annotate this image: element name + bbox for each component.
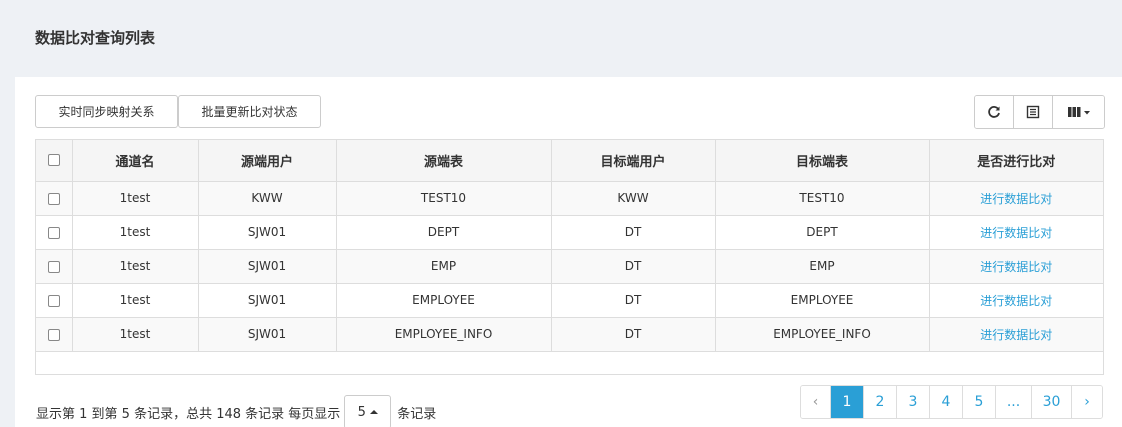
column-header[interactable]: 源端用户: [198, 140, 337, 182]
table-row: 1test SJW01 EMPLOYEE DT EMPLOYEE 进行数据比对: [36, 283, 1103, 318]
table-header-row: 通道名 源端用户 源端表 目标端用户 目标端表 是否进行比对: [36, 140, 1103, 182]
source-user-cell: SJW01: [198, 283, 337, 318]
toggle-view-button[interactable]: [1014, 96, 1053, 128]
next-page-button[interactable]: ›: [1072, 386, 1102, 418]
pagination-info-text: 显示第 1 到第 5 条记录，总共 148 条记录 每页显示: [36, 406, 341, 422]
batch-update-button[interactable]: 批量更新比对状态: [178, 95, 321, 128]
channel-cell: 1test: [72, 317, 199, 352]
table-row: 1test KWW TEST10 KWW TEST10 进行数据比对: [36, 181, 1103, 216]
table-row: 1test SJW01 EMP DT EMP 进行数据比对: [36, 249, 1103, 284]
column-header[interactable]: 源端表: [336, 140, 552, 182]
row-checkbox[interactable]: [47, 294, 60, 307]
page-4-button[interactable]: 4: [930, 386, 963, 418]
pagination: ‹ 1 2 3 4 5 ... 30 ›: [800, 385, 1103, 419]
pagination-info-suffix: 条记录: [397, 406, 437, 422]
target-user-cell: DT: [551, 249, 716, 284]
channel-cell: 1test: [72, 283, 199, 318]
source-table-cell: EMPLOYEE_INFO: [336, 317, 552, 352]
row-checkbox[interactable]: [47, 226, 60, 239]
refresh-icon: [988, 106, 1000, 118]
source-user-cell: KWW: [198, 181, 337, 216]
page-ellipsis[interactable]: ...: [996, 386, 1032, 418]
page-2-button[interactable]: 2: [864, 386, 897, 418]
source-table-cell: TEST10: [336, 181, 552, 216]
page-30-button[interactable]: 30: [1032, 386, 1072, 418]
column-header[interactable]: 是否进行比对: [929, 140, 1103, 182]
page-1-button[interactable]: 1: [831, 386, 864, 418]
source-user-cell: SJW01: [198, 317, 337, 352]
page-size-select[interactable]: 5: [344, 395, 392, 427]
page-3-button[interactable]: 3: [897, 386, 930, 418]
prev-page-button[interactable]: ‹: [801, 386, 831, 418]
table-row: 1test SJW01 DEPT DT DEPT 进行数据比对: [36, 215, 1103, 250]
columns-icon: [1067, 107, 1090, 117]
source-user-cell: SJW01: [198, 249, 337, 284]
main-panel: 实时同步映射关系 批量更新比对状态 通道名 源端用户 源端表 目标端用户 目标端…: [15, 77, 1122, 427]
pagination-info: 显示第 1 到第 5 条记录，总共 148 条记录 每页显示 5 条记录: [36, 395, 436, 427]
source-table-cell: DEPT: [336, 215, 552, 250]
data-table: 通道名 源端用户 源端表 目标端用户 目标端表 是否进行比对 1test KWW…: [35, 139, 1104, 375]
source-table-cell: EMPLOYEE: [336, 283, 552, 318]
column-header[interactable]: 目标端表: [715, 140, 930, 182]
target-table-cell: DEPT: [715, 215, 930, 250]
target-table-cell: EMPLOYEE_INFO: [715, 317, 930, 352]
source-table-cell: EMP: [336, 249, 552, 284]
select-all-checkbox[interactable]: [47, 154, 60, 167]
target-user-cell: DT: [551, 283, 716, 318]
target-table-cell: EMPLOYEE: [715, 283, 930, 318]
compare-data-link[interactable]: 进行数据比对: [980, 260, 1052, 274]
page-5-button[interactable]: 5: [963, 386, 996, 418]
row-checkbox[interactable]: [47, 192, 60, 205]
target-user-cell: KWW: [551, 181, 716, 216]
table-toolbar: [974, 95, 1105, 129]
channel-cell: 1test: [72, 215, 199, 250]
list-icon: [1026, 105, 1040, 119]
page-size-value: 5: [357, 404, 366, 420]
page-title: 数据比对查询列表: [35, 29, 156, 47]
select-all-cell: [36, 140, 73, 182]
channel-cell: 1test: [72, 181, 199, 216]
compare-data-link[interactable]: 进行数据比对: [980, 328, 1052, 342]
target-user-cell: DT: [551, 215, 716, 250]
compare-data-link[interactable]: 进行数据比对: [980, 192, 1052, 206]
target-table-cell: EMP: [715, 249, 930, 284]
compare-data-link[interactable]: 进行数据比对: [980, 294, 1052, 308]
columns-button[interactable]: [1053, 96, 1104, 128]
target-table-cell: TEST10: [715, 181, 930, 216]
refresh-button[interactable]: [975, 96, 1014, 128]
row-checkbox[interactable]: [47, 260, 60, 273]
column-header[interactable]: 目标端用户: [551, 140, 716, 182]
channel-cell: 1test: [72, 249, 199, 284]
caret-up-icon: [369, 410, 378, 414]
column-header[interactable]: 通道名: [72, 140, 199, 182]
table-row: 1test SJW01 EMPLOYEE_INFO DT EMPLOYEE_IN…: [36, 317, 1103, 352]
source-user-cell: SJW01: [198, 215, 337, 250]
target-user-cell: DT: [551, 317, 716, 352]
compare-data-link[interactable]: 进行数据比对: [980, 226, 1052, 240]
sync-mapping-button[interactable]: 实时同步映射关系: [35, 95, 178, 128]
row-checkbox[interactable]: [47, 328, 60, 341]
